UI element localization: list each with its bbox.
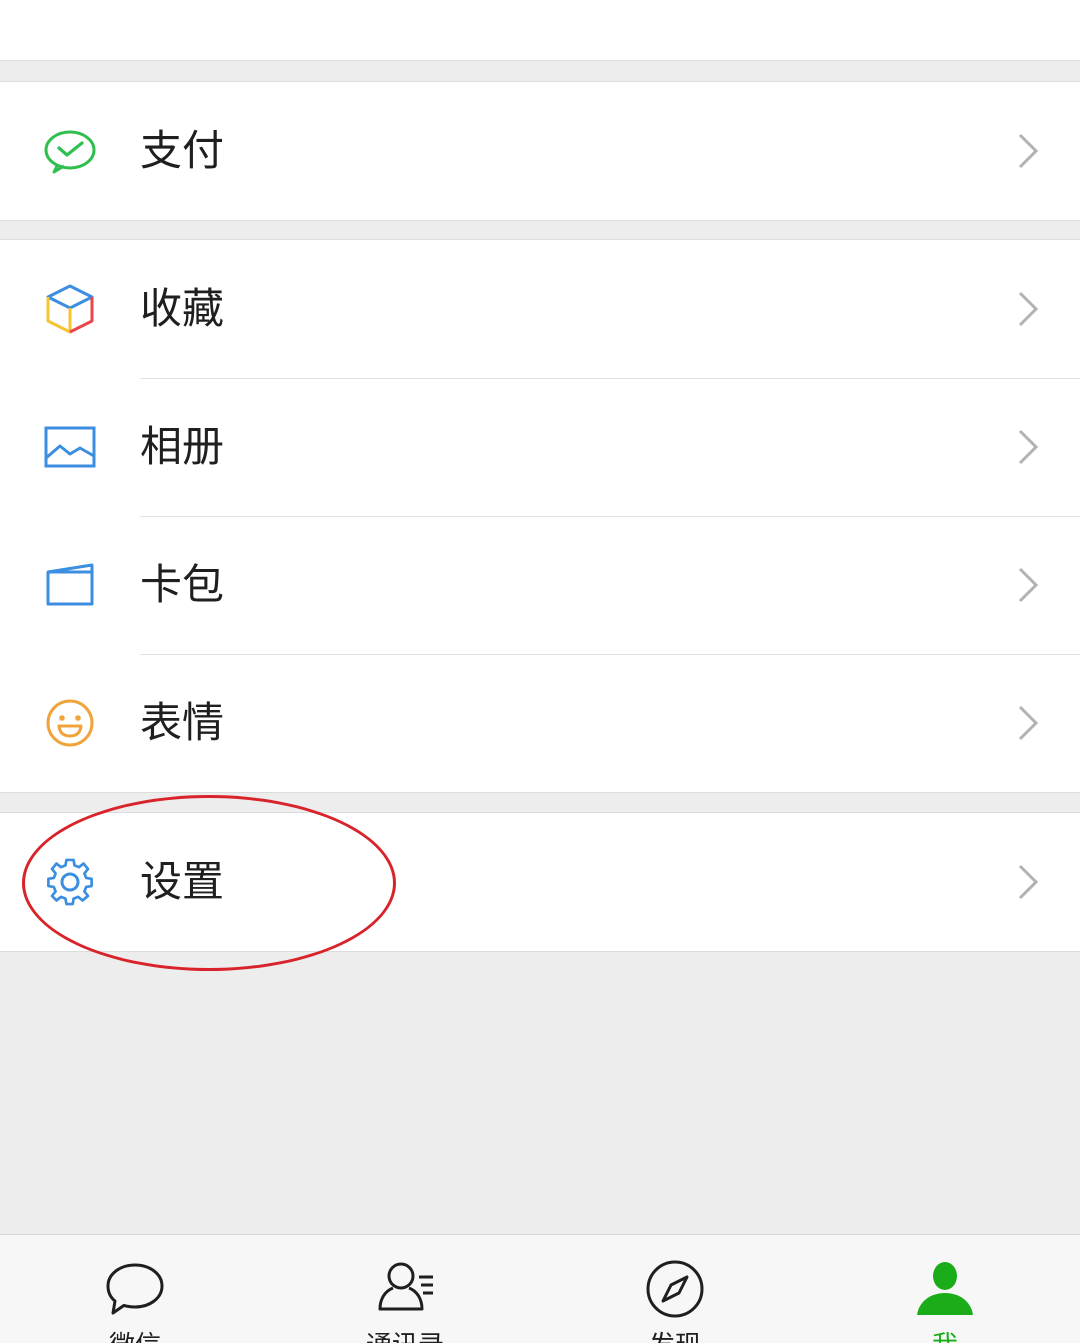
tab-label: 我 — [810, 1331, 1080, 1343]
tab-contacts[interactable]: 通讯录 — [270, 1235, 540, 1343]
menu-item-label: 卡包 — [140, 560, 225, 609]
person-icon — [915, 1259, 975, 1319]
tab-me[interactable]: 我 — [810, 1235, 1080, 1343]
chevron-right-icon — [1016, 565, 1040, 605]
card-wallet-icon — [40, 560, 100, 610]
wechat-pay-icon — [40, 126, 100, 176]
me-screen: 支付 收藏 相册 卡包 表情 设置 — [0, 0, 1080, 1343]
gear-icon — [40, 857, 100, 907]
menu-item-label: 支付 — [140, 126, 225, 175]
chevron-right-icon — [1016, 427, 1040, 467]
tab-label: 通讯录 — [270, 1331, 540, 1343]
tab-label: 发现 — [540, 1331, 810, 1343]
menu-item-pay[interactable]: 支付 — [0, 82, 1080, 220]
chat-bubble-icon — [105, 1259, 165, 1319]
menu-item-card-wallet[interactable]: 卡包 — [0, 516, 1080, 654]
menu-item-album[interactable]: 相册 — [0, 378, 1080, 516]
menu-item-label: 相册 — [140, 422, 225, 471]
menu-item-label: 设置 — [140, 857, 225, 906]
contacts-icon — [375, 1259, 435, 1319]
chevron-right-icon — [1016, 131, 1040, 171]
menu-item-settings[interactable]: 设置 — [0, 813, 1080, 951]
menu-group-pay: 支付 — [0, 81, 1080, 221]
menu-item-favorites[interactable]: 收藏 — [0, 240, 1080, 378]
compass-icon — [645, 1259, 705, 1319]
chevron-right-icon — [1016, 862, 1040, 902]
favorites-cube-icon — [40, 284, 100, 334]
album-picture-icon — [40, 422, 100, 472]
tab-discover[interactable]: 发现 — [540, 1235, 810, 1343]
tab-label: 微信 — [0, 1331, 270, 1343]
profile-section-bottom — [0, 0, 1080, 61]
emoji-smiley-icon — [40, 698, 100, 748]
menu-group-settings: 设置 — [0, 812, 1080, 952]
menu-item-stickers[interactable]: 表情 — [0, 654, 1080, 792]
menu-item-label: 收藏 — [140, 284, 225, 333]
chevron-right-icon — [1016, 703, 1040, 743]
menu-item-label: 表情 — [140, 698, 225, 747]
menu-group-main: 收藏 相册 卡包 表情 — [0, 239, 1080, 793]
chevron-right-icon — [1016, 289, 1040, 329]
tab-chats[interactable]: 微信 — [0, 1235, 270, 1343]
bottom-tab-bar: 微信 通讯录 发现 — [0, 1234, 1080, 1343]
